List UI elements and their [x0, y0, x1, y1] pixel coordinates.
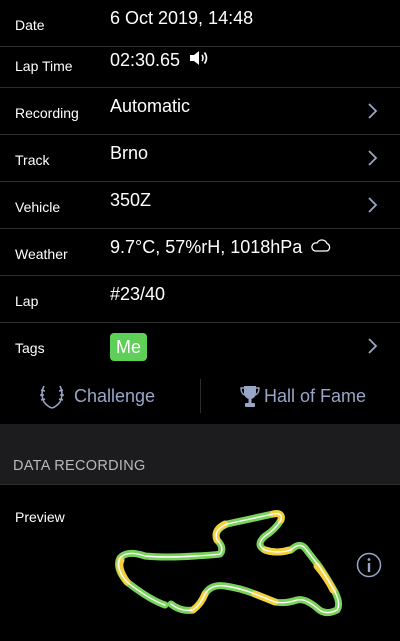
- date-label: Date: [15, 17, 45, 33]
- row-lap-time: Lap Time 02:30.65: [0, 41, 400, 88]
- row-weather: Weather 9.7°C, 57%rH, 1018hPa: [0, 229, 400, 276]
- weather-label: Weather: [15, 246, 68, 262]
- track-label: Track: [15, 152, 50, 168]
- row-vehicle[interactable]: Vehicle 350Z: [0, 182, 400, 229]
- weather-value: 9.7°C, 57%rH, 1018hPa: [110, 237, 303, 257]
- recording-label: Recording: [15, 105, 79, 121]
- divider: [0, 484, 400, 485]
- speaker-icon[interactable]: [188, 49, 210, 72]
- row-tags[interactable]: Tags Me: [0, 323, 400, 370]
- tags-label: Tags: [15, 340, 45, 356]
- vehicle-label: Vehicle: [15, 199, 61, 215]
- section-header: DATA RECORDING: [13, 458, 146, 474]
- laurel-icon: [40, 385, 64, 409]
- action-bar: Challenge Hall of Fame: [0, 369, 400, 424]
- chevron-right-icon: [368, 338, 378, 354]
- vehicle-value: 350Z: [110, 190, 152, 210]
- lap-time-value-group: 02:30.65: [110, 49, 210, 72]
- lap-value: #23/40: [110, 284, 166, 304]
- track-value: Brno: [110, 143, 149, 163]
- lap-time-value: 02:30.65: [110, 50, 181, 70]
- action-divider: [200, 379, 201, 413]
- hall-of-fame-label: Hall of Fame: [264, 386, 367, 406]
- row-lap: Lap #23/40: [0, 276, 400, 323]
- tags-value-group: Me: [110, 333, 148, 361]
- track-outline: [115, 510, 343, 617]
- weather-value-group: 9.7°C, 57%rH, 1018hPa: [110, 237, 332, 258]
- row-track[interactable]: Track Brno: [0, 135, 400, 182]
- track-map-preview: [115, 510, 343, 617]
- chevron-right-icon: [368, 103, 378, 119]
- challenge-label: Challenge: [74, 386, 156, 406]
- row-recording[interactable]: Recording Automatic: [0, 88, 400, 135]
- row-date: Date 6 Oct 2019, 14:48: [0, 0, 400, 47]
- preview-label: Preview: [15, 509, 65, 525]
- trophy-icon: [240, 385, 260, 407]
- recording-value: Automatic: [110, 96, 191, 116]
- cloud-icon: [310, 237, 332, 258]
- tag-chip[interactable]: Me: [110, 333, 148, 361]
- lap-label: Lap: [15, 293, 39, 309]
- section-spacer: [0, 424, 400, 484]
- date-value: 6 Oct 2019, 14:48: [110, 8, 254, 28]
- info-icon[interactable]: [356, 552, 382, 578]
- challenge-button[interactable]: Challenge: [36, 369, 155, 424]
- chevron-right-icon: [368, 197, 378, 213]
- chevron-right-icon: [368, 150, 378, 166]
- hall-of-fame-button[interactable]: Hall of Fame: [240, 369, 366, 424]
- lap-time-label: Lap Time: [15, 58, 73, 74]
